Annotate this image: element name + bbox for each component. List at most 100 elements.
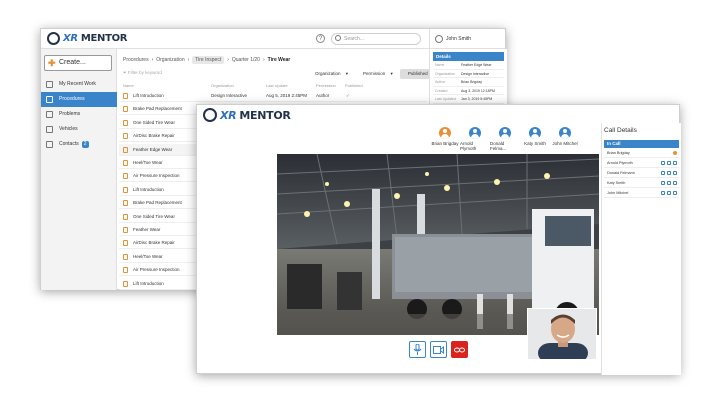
camera-button[interactable] [430,341,447,358]
details-key: Created [435,88,448,93]
logo-mark-icon [203,108,217,122]
details-key: Organization [435,71,455,76]
filter-input[interactable]: ⏷ Filter by keyword [123,70,303,75]
row-name: Heel/Toe Wear [133,160,163,165]
top-bar: XR MENTOR ? Search... John Smith [41,29,505,49]
sidebar-item-problems[interactable]: Problems [41,107,117,122]
clock-icon [46,81,53,88]
row-last-update: Aug 5, 2019 2:45PM [266,93,308,98]
table-row[interactable]: Lift Introduction Design Interactive Aug 5… [119,90,427,102]
procedure-icon [123,253,128,260]
vehicle-icon [46,126,53,133]
details-value: Design Interactive [461,71,490,76]
user-menu[interactable]: John Smith [429,29,507,49]
phone-icon[interactable] [661,181,665,185]
row-name: Feather Wear [133,227,161,232]
procedure-icon [123,280,128,287]
self-view-video[interactable] [527,308,597,360]
sidebar-item-vehicles[interactable]: Vehicles [41,122,117,137]
call-header: XR MENTOR Brian Brigday Arnold Plymoth Dona… [197,105,601,153]
contacts-badge: 2 [81,141,89,148]
xrmentor-logo: XR MENTOR [203,108,291,122]
participant[interactable]: Donald Felma... [490,127,520,151]
filter-organization[interactable]: Organization ▾ [307,69,352,79]
column-organization[interactable]: Organization [211,83,234,88]
procedure-icon [46,96,53,103]
column-last-update[interactable]: Last Update [266,83,288,88]
chat-icon[interactable] [673,181,677,185]
participant-avatar-icon [439,127,451,139]
chat-icon[interactable] [673,161,677,165]
details-list: Name Feather Edge Wear Organization Design … [430,61,507,104]
host-icon [673,151,677,155]
call-member-row[interactable]: Arnold Plymoth [604,158,679,168]
call-member-row[interactable]: Donald Felmann [604,168,679,178]
search-input[interactable]: Search... [331,33,421,45]
details-value: Feather Edge Wear [461,63,492,67]
sidebar-item-contacts[interactable]: Contacts 2 [41,137,117,152]
participant-avatar-icon [499,127,511,139]
row-name: One Sided Tire Wear [133,119,175,125]
breadcrumb-sep: › [227,57,229,63]
details-key: Author [435,80,446,84]
breadcrumb-sep: › [262,57,265,63]
participant[interactable]: Katy Smith [520,127,550,146]
help-icon[interactable]: ? [316,34,325,43]
call-member-row[interactable]: John Mitchel [604,188,679,198]
filter-permission[interactable]: Permission ▾ [355,69,397,79]
plus-icon: ✚ [48,58,56,68]
row-name: Lift Introduction [133,93,164,98]
chat-icon[interactable] [673,171,677,175]
breadcrumb-organization[interactable]: Organization [156,57,184,63]
participant-name: Katy Smith [524,141,546,146]
hang-up-icon [454,347,465,352]
video-call-window: XR MENTOR Brian Brigday Arnold Plymoth Dona… [196,104,681,375]
video-icon[interactable] [667,191,671,195]
breadcrumb-procedures[interactable]: Procedures [123,57,149,63]
phone-icon[interactable] [661,171,665,175]
call-member-row[interactable]: Brian Brigday [604,148,679,158]
breadcrumb-quarter[interactable]: Quarter 1/20 [232,57,260,63]
row-name: Brake Pad Replacement [133,106,182,112]
procedure-icon [123,213,128,220]
procedure-icon [123,267,128,274]
sidebar-item-procedures[interactable]: Procedures [41,92,117,107]
details-row: Name Feather Edge Wear [433,61,504,70]
phone-icon[interactable] [661,191,665,195]
column-name[interactable]: Name [123,83,134,88]
participant-name: John Mitchel [552,141,578,146]
hang-up-button[interactable] [451,341,468,358]
procedure-icon [123,106,128,113]
call-member-name: John Mitchel [607,191,629,195]
row-name: Air Pressure Inspection [133,267,180,273]
participant-avatar-icon [559,127,571,139]
chat-icon[interactable] [673,191,677,195]
call-member-row[interactable]: Katy Smith [604,178,679,188]
participant[interactable]: John Mitchel [550,127,580,146]
problem-icon [46,111,53,118]
video-icon[interactable] [667,161,671,165]
breadcrumb-tire-inspect[interactable]: Tire Inspect [192,56,225,64]
xrmentor-logo: XR MENTOR [47,32,127,45]
call-details-title: Call Details [604,127,637,134]
row-name: Lift Introduction [133,280,164,286]
microphone-button[interactable] [409,341,426,358]
call-member-name: Donald Felmann [607,171,635,175]
phone-icon[interactable] [661,161,665,165]
participant[interactable]: Arnold Plymoth [460,127,490,151]
breadcrumb-sep: › [151,57,154,63]
video-icon[interactable] [667,181,671,185]
procedure-icon [123,240,128,247]
in-call-header: In Call [604,140,679,148]
breadcrumb: Procedures › Organization › Tire Inspect › … [123,56,290,64]
column-published[interactable]: Published [345,83,363,88]
user-avatar-icon [435,35,443,43]
details-row: Organization Design Interactive [433,70,504,78]
participant[interactable]: Brian Brigday [430,127,460,146]
row-name: AirDisc Brake Repair [133,133,175,139]
column-permission[interactable]: Permission [316,83,336,88]
video-icon[interactable] [667,171,671,175]
participant-name: Brian Brigday [431,141,459,146]
sidebar-item-recent-work[interactable]: My Recent Work [41,77,117,92]
create-button[interactable]: ✚ Create... [44,55,112,71]
